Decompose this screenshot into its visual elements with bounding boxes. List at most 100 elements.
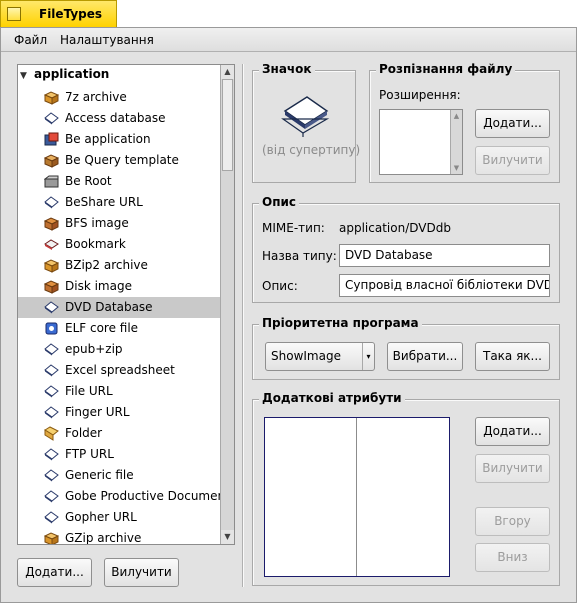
expand-arrow-icon[interactable]: ▼ — [20, 71, 34, 81]
list-item[interactable]: Be Root — [18, 171, 220, 192]
list-item[interactable]: BZip2 archive — [18, 255, 220, 276]
generic-icon — [44, 300, 59, 315]
list-item[interactable]: BFS image — [18, 213, 220, 234]
select-app-button[interactable]: Вибрати... — [387, 342, 463, 371]
desc-label: Опис: — [262, 279, 298, 293]
add-attribute-button[interactable]: Додати... — [475, 417, 550, 446]
extensions-list[interactable]: ▲ ▼ — [379, 109, 463, 175]
list-item[interactable]: Excel spreadsheet — [18, 360, 220, 381]
menu-bar: Файл Налаштування — [1, 28, 576, 52]
elf-icon — [44, 321, 59, 336]
scroll-thumb[interactable] — [222, 79, 233, 171]
close-box-icon[interactable] — [7, 7, 21, 21]
list-item[interactable]: Disk image — [18, 276, 220, 297]
attributes-group-title: Додаткові атрибути — [259, 391, 405, 405]
list-item-label: DVD Database — [65, 300, 153, 314]
list-item-label: BZip2 archive — [65, 258, 148, 272]
chevron-down-icon[interactable]: ▾ — [362, 343, 374, 370]
attributes-list[interactable] — [264, 417, 450, 577]
list-item-label: Access database — [65, 111, 166, 125]
scroll-down-arrow-icon[interactable]: ▼ — [451, 162, 462, 174]
type-name-label: Назва типу: — [262, 249, 337, 263]
remove-attribute-button[interactable]: Вилучити — [475, 454, 550, 483]
menu-settings[interactable]: Налаштування — [60, 33, 154, 47]
mime-label: MIME-тип: — [262, 221, 325, 235]
window-frame: Файл Налаштування ▼ application 7z archiv… — [0, 27, 577, 603]
list-item[interactable]: GZip archive — [18, 528, 220, 545]
generic-icon — [44, 363, 59, 378]
archive-icon — [43, 531, 60, 544]
window-title: FileTypes — [39, 7, 103, 21]
same-as-button[interactable]: Така як... — [475, 342, 550, 371]
extensions-label: Розширення: — [379, 88, 461, 102]
list-item-label: Gopher URL — [65, 510, 137, 524]
mime-value: application/DVDdb — [339, 221, 451, 235]
list-item[interactable]: Gopher URL — [18, 507, 220, 528]
list-item-label: Be application — [65, 132, 151, 146]
generic-icon — [44, 195, 59, 210]
list-item[interactable]: Finger URL — [18, 402, 220, 423]
scroll-down-arrow-icon[interactable]: ▼ — [221, 530, 234, 544]
list-item[interactable]: Gobe Productive Document — [18, 486, 230, 507]
add-extension-button[interactable]: Додати... — [475, 109, 550, 138]
list-scrollbar[interactable]: ▲ ▼ — [220, 65, 234, 544]
query-icon — [43, 153, 60, 168]
divider — [242, 64, 244, 587]
list-item[interactable]: Be application — [18, 129, 220, 150]
list-item-label: BeShare URL — [65, 195, 143, 209]
filetype-list[interactable]: ▼ application 7z archive Access database Be… — [17, 64, 235, 545]
move-up-button[interactable]: Вгору — [475, 507, 550, 536]
generic-icon — [44, 342, 59, 357]
icon-group-title: Значок — [259, 62, 315, 76]
list-item[interactable]: FTP URL — [18, 444, 220, 465]
list-item-label: Excel spreadsheet — [65, 363, 175, 377]
scroll-up-arrow-icon[interactable]: ▲ — [221, 65, 234, 79]
generic-icon — [44, 405, 59, 420]
app-icon — [44, 132, 59, 147]
image-icon — [43, 279, 60, 294]
list-item[interactable]: Bookmark — [18, 234, 220, 255]
list-item[interactable]: Folder — [18, 423, 220, 444]
preferred-app-dropdown[interactable]: ShowImage ▾ — [265, 342, 375, 371]
list-item-label: Folder — [65, 426, 103, 440]
list-item[interactable]: epub+zip — [18, 339, 220, 360]
list-item[interactable]: 7z archive — [18, 87, 220, 108]
list-item-label: Generic file — [65, 468, 134, 482]
list-item[interactable]: File URL — [18, 381, 220, 402]
list-item[interactable]: Generic file — [18, 465, 220, 486]
list-item[interactable]: DVD Database — [18, 297, 220, 318]
list-item-label: GZip archive — [65, 531, 142, 545]
list-group-application[interactable]: ▼ application — [20, 67, 109, 85]
type-name-field[interactable]: DVD Database — [339, 244, 550, 267]
archive-icon — [43, 90, 60, 105]
list-item-label: Finger URL — [65, 405, 130, 419]
list-item-label: Disk image — [65, 279, 132, 293]
description-field[interactable]: Супровід власної бібліотеки DVD-дисків — [339, 274, 550, 297]
recognition-group-title: Розпізнання файлу — [376, 62, 516, 76]
remove-extension-button[interactable]: Вилучити — [475, 146, 550, 175]
generic-icon — [44, 489, 59, 504]
scroll-up-arrow-icon[interactable]: ▲ — [451, 110, 462, 122]
move-down-button[interactable]: Вниз — [475, 543, 550, 572]
list-item[interactable]: Access database — [18, 108, 220, 129]
window-tab-bar: FileTypes — [0, 0, 577, 27]
list-item-label: FTP URL — [65, 447, 114, 461]
bookmark-icon — [44, 237, 59, 252]
list-item[interactable]: BeShare URL — [18, 192, 220, 213]
list-item-label: epub+zip — [65, 342, 123, 356]
list-item-label: Bookmark — [65, 237, 126, 251]
menu-file[interactable]: Файл — [14, 33, 47, 47]
generic-icon — [44, 447, 59, 462]
archive-icon — [43, 258, 60, 273]
list-item[interactable]: Be Query template — [18, 150, 220, 171]
list-item[interactable]: ELF core file — [18, 318, 220, 339]
add-type-button[interactable]: Додати... — [17, 558, 92, 587]
extensions-scrollbar[interactable]: ▲ ▼ — [450, 110, 462, 174]
generic-icon — [44, 111, 59, 126]
type-icon[interactable] — [279, 93, 331, 139]
remove-type-button[interactable]: Вилучити — [104, 558, 179, 587]
image-icon — [43, 216, 60, 231]
list-item-label: BFS image — [65, 216, 129, 230]
window-tab[interactable]: FileTypes — [0, 0, 117, 27]
generic-icon — [44, 468, 59, 483]
